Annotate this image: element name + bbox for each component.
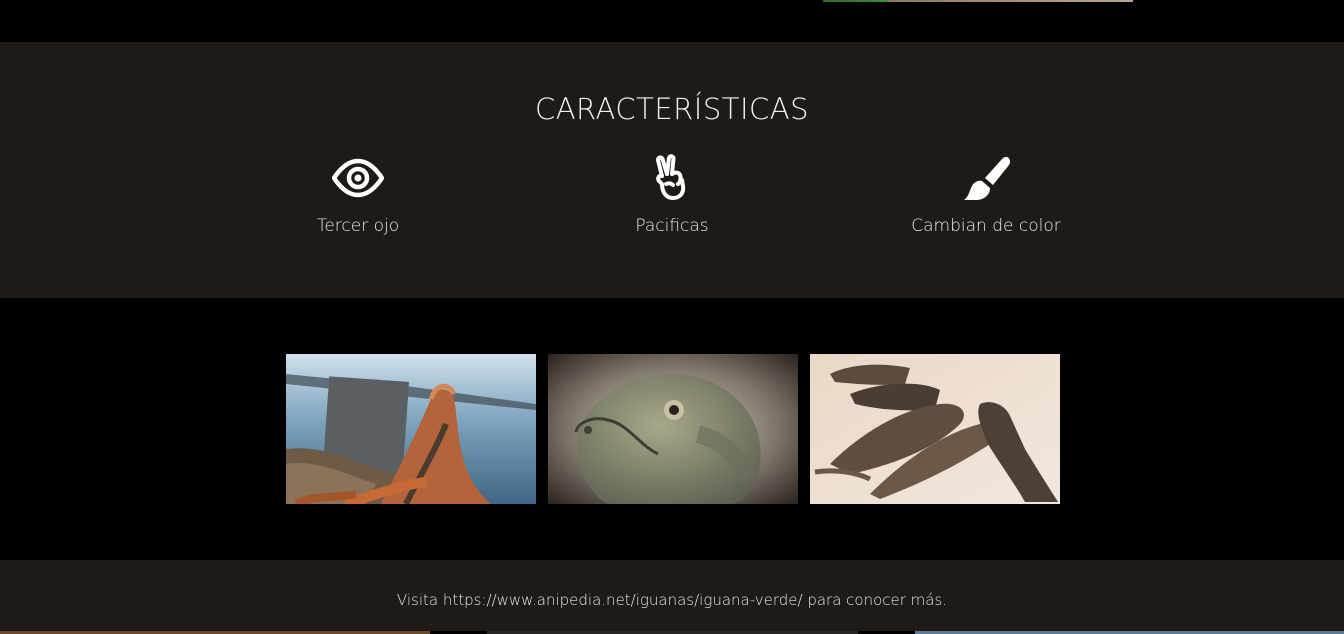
iguanas-group-photo[interactable]	[810, 354, 1060, 504]
eye-icon	[332, 158, 384, 198]
features-section: CARACTERÍSTICAS Tercer ojo Pacificas Cam…	[0, 42, 1344, 298]
feature-label: Tercer ojo	[316, 216, 400, 236]
iguana-on-beach-photo[interactable]	[286, 354, 536, 504]
feature-peaceful: Pacificas	[552, 154, 792, 236]
gallery-section	[0, 298, 1344, 560]
feature-color-change: Cambian de color	[866, 154, 1106, 236]
feature-label: Pacificas	[635, 216, 709, 236]
feature-third-eye: Tercer ojo	[238, 154, 478, 236]
paint-brush-icon	[964, 156, 1011, 200]
top-photo-edge	[823, 0, 1133, 2]
features-title: CARACTERÍSTICAS	[534, 92, 810, 126]
iguana-portrait-photo[interactable]	[548, 354, 798, 504]
top-section	[0, 0, 1344, 42]
footer-text: Visita https://www.anipedia.net/iguanas/…	[396, 591, 948, 609]
peace-hand-icon	[655, 154, 686, 200]
feature-label: Cambian de color	[911, 216, 1061, 236]
footer: Visita https://www.anipedia.net/iguanas/…	[0, 560, 1344, 634]
